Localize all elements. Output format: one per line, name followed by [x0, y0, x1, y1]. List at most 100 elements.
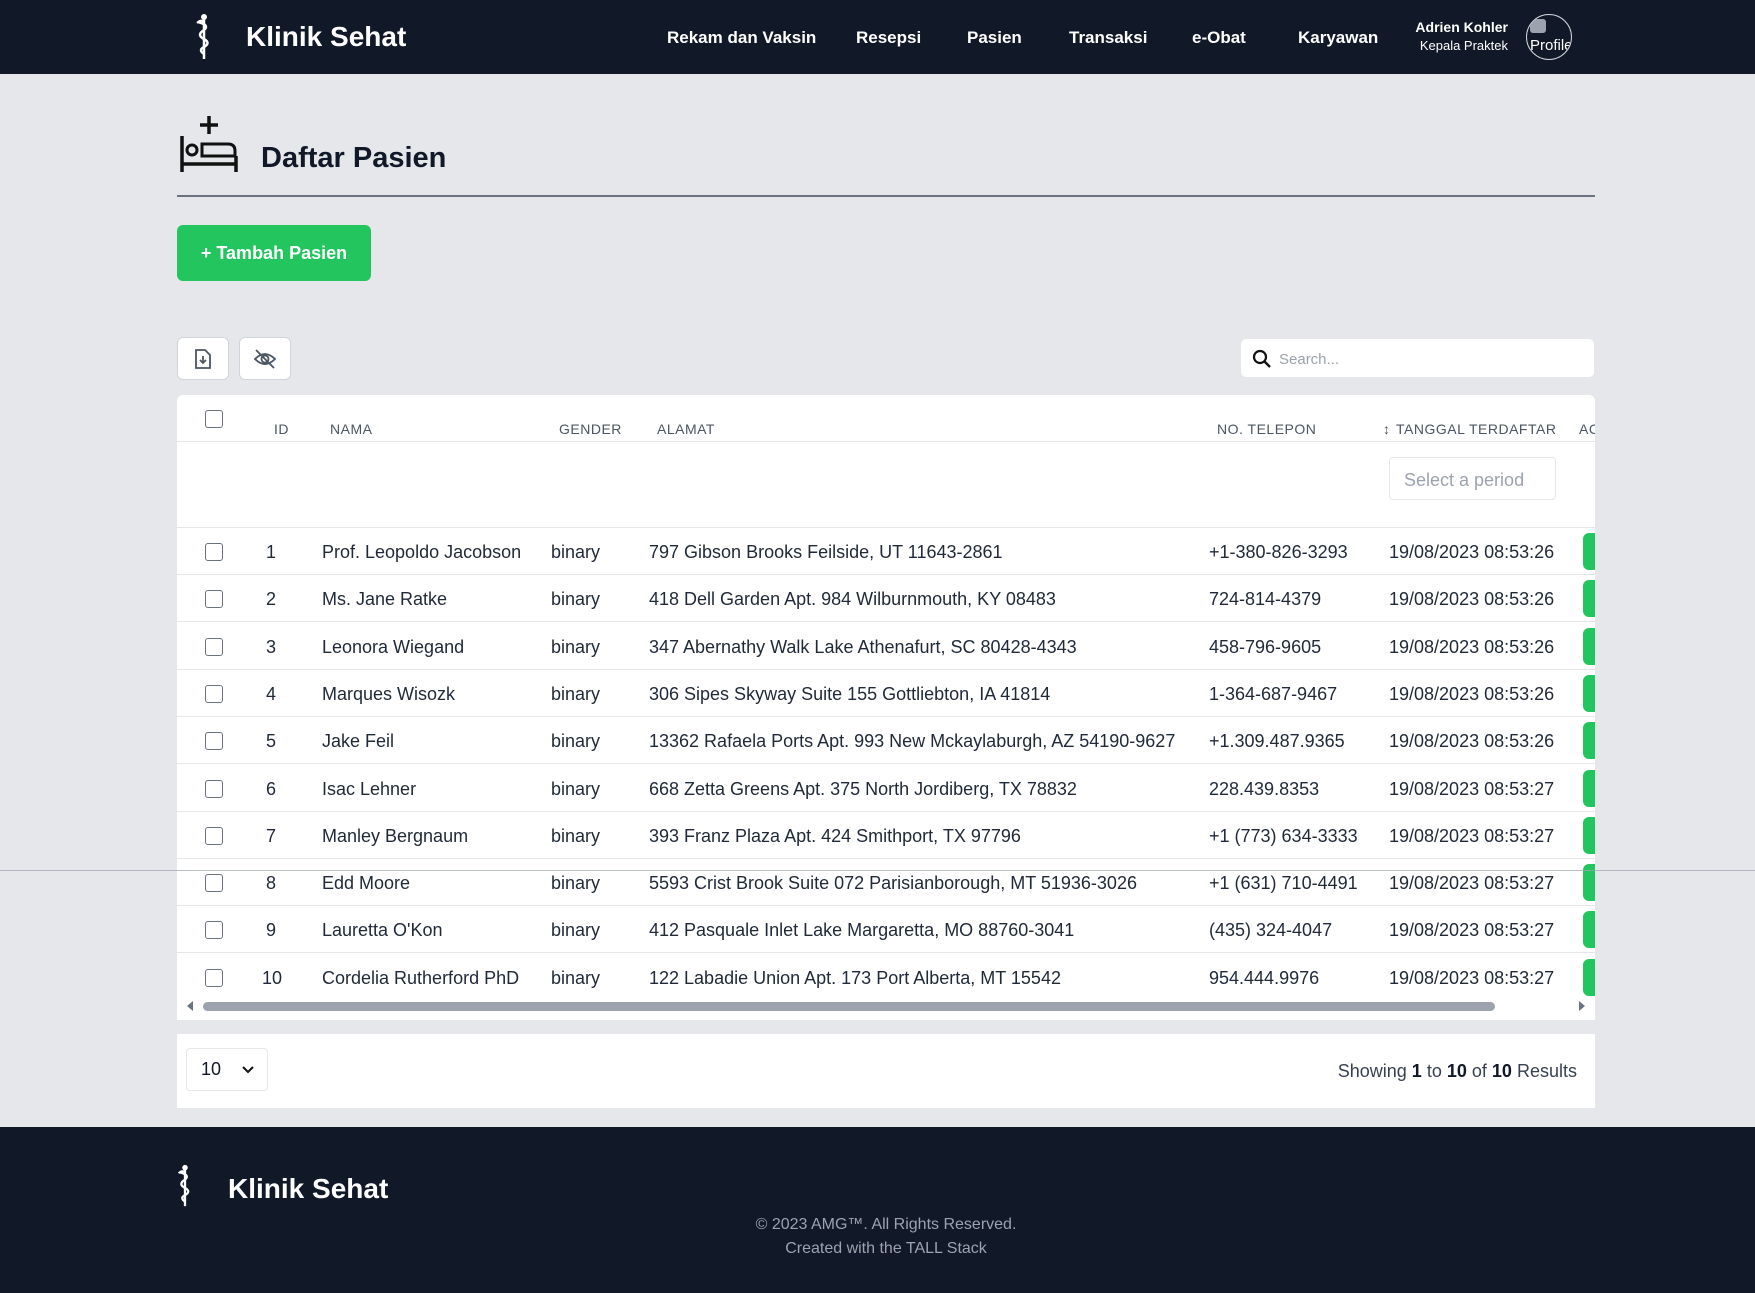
cell-gender: binary: [551, 967, 601, 988]
cell-gender: binary: [551, 920, 601, 941]
user-info[interactable]: Adrien Kohler Kepala Praktek: [1415, 19, 1508, 53]
table-row[interactable]: 1 Prof. Leopoldo Jacobson binary 797 Gibson…: [177, 528, 1595, 575]
row-action-button[interactable]: [1583, 722, 1595, 760]
cell-nama: Prof. Leopoldo Jacobson: [322, 542, 522, 562]
horizontal-scrollbar[interactable]: [177, 998, 1595, 1014]
table-row[interactable]: 7 Manley Bergnaum binary 393 Franz Plaza Ap…: [177, 812, 1595, 859]
nav-link-transaksi[interactable]: Transaksi: [1069, 28, 1147, 48]
row-action-button[interactable]: [1583, 769, 1595, 807]
column-header-nama[interactable]: NAMA: [330, 421, 372, 437]
toggle-columns-button[interactable]: [239, 337, 291, 380]
export-button[interactable]: [177, 337, 229, 380]
cell-telepon: +1-380-826-3293: [1209, 542, 1348, 562]
nav-link-rekam-vaksin[interactable]: Rekam dan Vaksin: [667, 28, 816, 48]
user-role: Kepala Praktek: [1419, 38, 1508, 53]
table-row[interactable]: 5 Jake Feil binary 13362 Rafaela Ports Apt.…: [177, 717, 1595, 765]
cell-telepon: 724-814-4379: [1209, 589, 1322, 610]
row-action-button[interactable]: [1583, 911, 1595, 949]
cell-tanggal: 19/08/2023 08:53:27: [1389, 920, 1555, 941]
cell-gender: binary: [551, 683, 601, 704]
cell-alamat: 5593 Crist Brook Suite 072 Parisianborou…: [649, 873, 1137, 894]
cell-id: 6: [266, 778, 277, 799]
cell-gender: binary: [551, 542, 601, 562]
column-header-tanggal[interactable]: TANGGAL TERDAFTAR: [1396, 421, 1556, 437]
search-box: [1240, 338, 1595, 378]
cell-nama: Isac Lehner: [322, 778, 417, 799]
cell-alamat: 412 Pasquale Inlet Lake Margaretta, MO 8…: [649, 920, 1075, 941]
table-row[interactable]: 8 Edd Moore binary 5593 Crist Brook Suite 0…: [177, 859, 1595, 907]
results-summary: Showing 1 to 10 of 10 Results: [1337, 1061, 1577, 1081]
row-action-button[interactable]: [1583, 674, 1595, 712]
footer-copyright: © 2023 AMG™. All Rights Reserved. Create…: [0, 1213, 1755, 1261]
row-checkbox[interactable]: [205, 590, 223, 609]
copyright-text: © 2023 AMG™. All Rights Reserved.: [755, 1216, 1017, 1233]
cell-id: 5: [266, 731, 277, 752]
nav-link-e-obat[interactable]: e-Obat: [1192, 28, 1246, 48]
file-export-icon: [195, 348, 211, 369]
cell-nama: Jake Feil: [322, 731, 395, 752]
brand-name[interactable]: Klinik Sehat: [246, 21, 406, 53]
row-checkbox[interactable]: [205, 968, 223, 987]
cell-id: 9: [266, 920, 277, 941]
row-checkbox[interactable]: [205, 732, 223, 751]
row-action-button[interactable]: [1583, 580, 1595, 618]
add-patient-button[interactable]: + Tambah Pasien: [177, 225, 371, 281]
row-action-button[interactable]: [1583, 533, 1595, 570]
avatar[interactable]: Profile: [1526, 14, 1572, 60]
caduceus-icon[interactable]: [192, 13, 216, 61]
scroll-thumb[interactable]: [203, 1002, 1495, 1011]
select-all-checkbox[interactable]: [205, 410, 223, 428]
navbar: Klinik Sehat Rekam dan Vaksin Resepsi Pa…: [0, 0, 1755, 74]
cell-alamat: 797 Gibson Brooks Feilside, UT 11643-286…: [649, 542, 1003, 562]
table-row[interactable]: 10 Cordelia Rutherford PhD binary 122 Labad…: [177, 954, 1595, 1001]
row-checkbox[interactable]: [205, 779, 223, 798]
column-header-telepon[interactable]: NO. TELEPON: [1217, 421, 1316, 437]
table-row[interactable]: 9 Lauretta O'Kon binary 412 Pasquale Inlet …: [177, 906, 1595, 954]
nav-link-karyawan[interactable]: Karyawan: [1298, 28, 1378, 48]
row-checkbox[interactable]: [205, 543, 223, 561]
search-icon: [1252, 349, 1271, 368]
row-checkbox[interactable]: [205, 684, 223, 703]
cell-tanggal: 19/08/2023 08:53:27: [1389, 825, 1555, 846]
column-header-aksi[interactable]: AC: [1579, 421, 1595, 437]
nav-link-pasien[interactable]: Pasien: [967, 28, 1022, 48]
eye-off-icon: [253, 348, 277, 369]
cell-telepon: (435) 324-4047: [1209, 920, 1333, 941]
column-header-alamat[interactable]: ALAMAT: [657, 421, 715, 437]
cell-telepon: 458-796-9605: [1209, 636, 1322, 657]
row-action-button[interactable]: [1583, 627, 1595, 665]
column-header-id[interactable]: ID: [274, 421, 289, 437]
scroll-right-icon[interactable]: [1579, 1001, 1585, 1011]
footer-brand: Klinik Sehat: [228, 1173, 389, 1204]
cell-gender: binary: [551, 778, 601, 799]
row-checkbox[interactable]: [205, 826, 223, 845]
row-checkbox[interactable]: [205, 874, 223, 893]
cell-gender: binary: [551, 825, 601, 846]
row-checkbox[interactable]: [205, 637, 223, 656]
per-page-select[interactable]: 10: [186, 1048, 268, 1091]
period-filter[interactable]: Select a period: [1389, 457, 1556, 500]
row-checkbox[interactable]: [205, 921, 223, 940]
scroll-left-icon[interactable]: [187, 1001, 193, 1011]
cell-gender: binary: [551, 873, 601, 894]
table-row[interactable]: 6 Isac Lehner binary 668 Zetta Greens Apt. …: [177, 765, 1595, 812]
column-header-gender[interactable]: GENDER: [559, 421, 622, 437]
sort-icon[interactable]: ↕: [1383, 421, 1391, 437]
cell-telepon: 1-364-687-9467: [1209, 683, 1338, 704]
cell-nama: Leonora Wiegand: [322, 636, 465, 657]
cell-telepon: +1 (773) 634-3333: [1209, 825, 1358, 846]
pagination-bar: 10 Showing 1 to 10 of 10 Results: [177, 1034, 1595, 1108]
row-action-button[interactable]: [1583, 816, 1595, 854]
cell-alamat: 347 Abernathy Walk Lake Athenafurt, SC 8…: [649, 636, 1077, 657]
row-action-button[interactable]: [1583, 958, 1595, 996]
guide-line: [0, 870, 1755, 871]
nav-link-resepsi[interactable]: Resepsi: [856, 28, 921, 48]
search-input[interactable]: [1279, 347, 1579, 371]
cell-id: 1: [266, 542, 277, 562]
table-row[interactable]: 4 Marques Wisozk binary 306 Sipes Skyway Su…: [177, 670, 1595, 717]
cell-alamat: 306 Sipes Skyway Suite 155 Gottliebton, …: [649, 683, 1051, 704]
table-row[interactable]: 2 Ms. Jane Ratke binary 418 Dell Garden Apt…: [177, 575, 1595, 623]
table-row[interactable]: 3 Leonora Wiegand binary 347 Abernathy Walk…: [177, 623, 1595, 670]
cell-gender: binary: [551, 731, 601, 752]
cell-tanggal: 19/08/2023 08:53:27: [1389, 778, 1555, 799]
